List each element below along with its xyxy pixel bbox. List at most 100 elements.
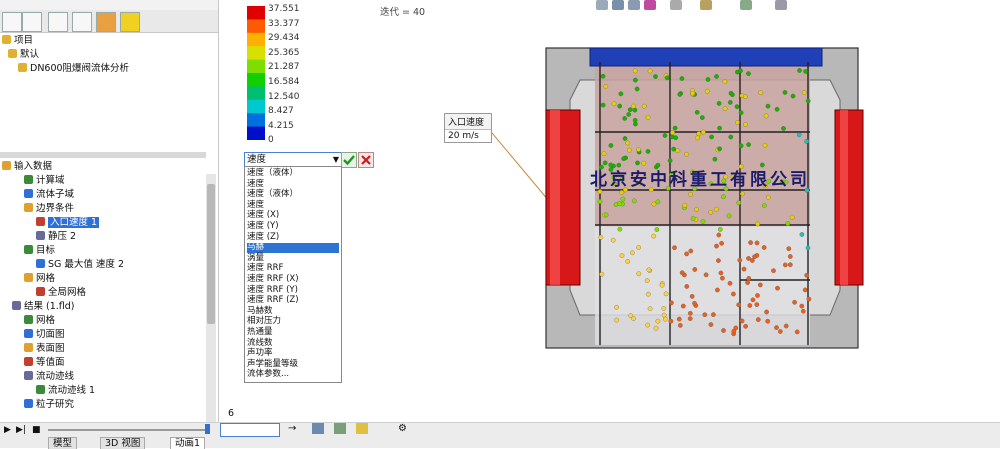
stop-icon[interactable]: ■: [32, 425, 41, 435]
flow-particle: [783, 323, 789, 329]
tree-node[interactable]: 切面图: [24, 328, 65, 341]
flow-particle: [671, 146, 677, 152]
dropdown-option[interactable]: 速度 RRF: [247, 264, 339, 274]
flow-particle: [712, 156, 718, 162]
tree-scroll-thumb[interactable]: [207, 184, 215, 324]
dropdown-option[interactable]: 速度 (X): [247, 211, 339, 221]
dropdown-option[interactable]: 相对压力: [247, 317, 339, 327]
dropdown-option[interactable]: 速度（液体）: [247, 168, 339, 179]
tree-node[interactable]: SG 最大值 速度 2: [36, 258, 124, 271]
tree-node[interactable]: 流动迹线: [24, 370, 74, 383]
tree-node-label: 流动迹线 1: [48, 385, 96, 396]
dropdown-option[interactable]: 流体参数...: [247, 370, 339, 380]
dropdown-option[interactable]: 马赫: [247, 243, 339, 253]
legend-color-segment: [247, 46, 265, 61]
step-icon[interactable]: ▶|: [16, 425, 26, 435]
dropdown-option[interactable]: 声学能量等级: [247, 359, 339, 370]
export-icon[interactable]: [334, 423, 346, 434]
tree-node-icon: [24, 189, 33, 198]
legend-color-segment: [247, 99, 265, 114]
tree-node[interactable]: 静压 2: [36, 230, 76, 243]
light-icon[interactable]: [356, 423, 368, 434]
dropdown-option[interactable]: 流线数: [247, 338, 339, 349]
cancel-button[interactable]: [358, 152, 374, 168]
flow-particle: [621, 156, 627, 161]
tree-node[interactable]: 结果 (1.fld): [12, 300, 75, 313]
flow-particle: [597, 189, 603, 194]
tree-node[interactable]: 目标: [24, 244, 55, 257]
dropdown-option[interactable]: 速度 RRF (X): [247, 274, 339, 285]
arrow-right-icon[interactable]: →: [288, 423, 296, 434]
bottom-tab[interactable]: 模型: [48, 437, 78, 449]
tree-node[interactable]: 表面图: [24, 342, 65, 355]
tree-node[interactable]: 全局网格: [36, 286, 86, 299]
dropdown-option[interactable]: 速度 (Y): [247, 221, 339, 232]
dropdown-option[interactable]: 声功率: [247, 349, 339, 359]
flow-particle: [771, 268, 776, 274]
dropdown-option[interactable]: 速度: [247, 200, 339, 211]
valve-flow-model-view[interactable]: 北京安中科重工有限公司: [540, 40, 870, 355]
flow-particle: [631, 198, 637, 204]
time-input[interactable]: [220, 423, 280, 437]
dropdown-option[interactable]: 速度 (Z): [247, 232, 339, 243]
accept-button[interactable]: [341, 152, 357, 168]
tree-node[interactable]: 边界条件: [24, 202, 74, 215]
bottom-tab[interactable]: 3D 视图: [100, 437, 146, 449]
tree-node[interactable]: 流体子域: [24, 188, 74, 201]
flow-particle: [645, 149, 651, 154]
dropdown-option[interactable]: 速度: [247, 179, 339, 190]
flow-particle: [741, 266, 747, 272]
flow-particle: [787, 262, 793, 268]
flow-particle: [709, 134, 714, 140]
tree-node[interactable]: 网格: [24, 314, 55, 327]
flow-particle: [632, 117, 638, 123]
scene-icon[interactable]: [740, 0, 752, 10]
dropdown-option[interactable]: 速度 RRF (Y): [247, 285, 339, 296]
dropdown-option[interactable]: 涡量: [247, 253, 339, 264]
tree-node[interactable]: 粒子研究: [24, 398, 74, 411]
dropdown-option[interactable]: 速度 RRF (Z): [247, 296, 339, 306]
flow-particle: [641, 103, 647, 109]
dropdown-option[interactable]: 热通量: [247, 327, 339, 338]
flow-particle: [738, 110, 744, 116]
appearance-icon[interactable]: [700, 0, 712, 10]
tree-node[interactable]: 入口速度 1: [36, 216, 100, 229]
timeline-slider[interactable]: [48, 429, 208, 431]
tree-node-icon: [24, 371, 33, 380]
flow-particle: [632, 68, 638, 74]
flow-particle: [676, 316, 682, 322]
chevron-down-icon[interactable]: ▼: [333, 153, 339, 166]
tree-node-icon: [36, 259, 45, 268]
settings-icon[interactable]: ⚙: [398, 423, 407, 434]
flow-particle: [620, 196, 626, 202]
inlet-velocity-callout[interactable]: 入口速度 20 m/s: [444, 113, 492, 143]
flow-particle: [720, 275, 725, 281]
flow-particle: [601, 151, 607, 156]
play-icon[interactable]: ▶: [4, 425, 11, 435]
flow-particle: [761, 245, 767, 250]
left-inlet-highlight: [550, 110, 560, 285]
display-style-icon[interactable]: [644, 0, 656, 10]
dropdown-option[interactable]: 速度（液体）: [247, 190, 339, 200]
flow-particle: [684, 284, 690, 289]
zoom-icon[interactable]: [596, 0, 608, 10]
tree-node-icon: [24, 357, 33, 366]
tree-node[interactable]: 计算域: [24, 174, 65, 187]
tree-node[interactable]: 等值面: [24, 356, 65, 369]
display-settings-icon[interactable]: [775, 0, 787, 10]
flow-particle: [688, 191, 693, 197]
parameter-select[interactable]: 速度 ▼: [244, 152, 342, 167]
view-orientation-icon[interactable]: [612, 0, 624, 10]
timeline-handle[interactable]: [205, 424, 210, 434]
section-view-icon[interactable]: [628, 0, 640, 10]
flow-particle: [714, 243, 719, 249]
tree-node[interactable]: 流动迹线 1: [36, 384, 95, 397]
calc-icon[interactable]: [312, 423, 324, 434]
flow-particle: [617, 226, 623, 232]
tree-node[interactable]: 网格: [24, 272, 55, 285]
bottom-tab[interactable]: 动画1: [170, 437, 206, 449]
hide-show-icon[interactable]: [670, 0, 682, 10]
flow-particle: [696, 131, 702, 137]
dropdown-option[interactable]: 马赫数: [247, 306, 339, 317]
tree-node-label: 粒子研究: [36, 399, 75, 410]
